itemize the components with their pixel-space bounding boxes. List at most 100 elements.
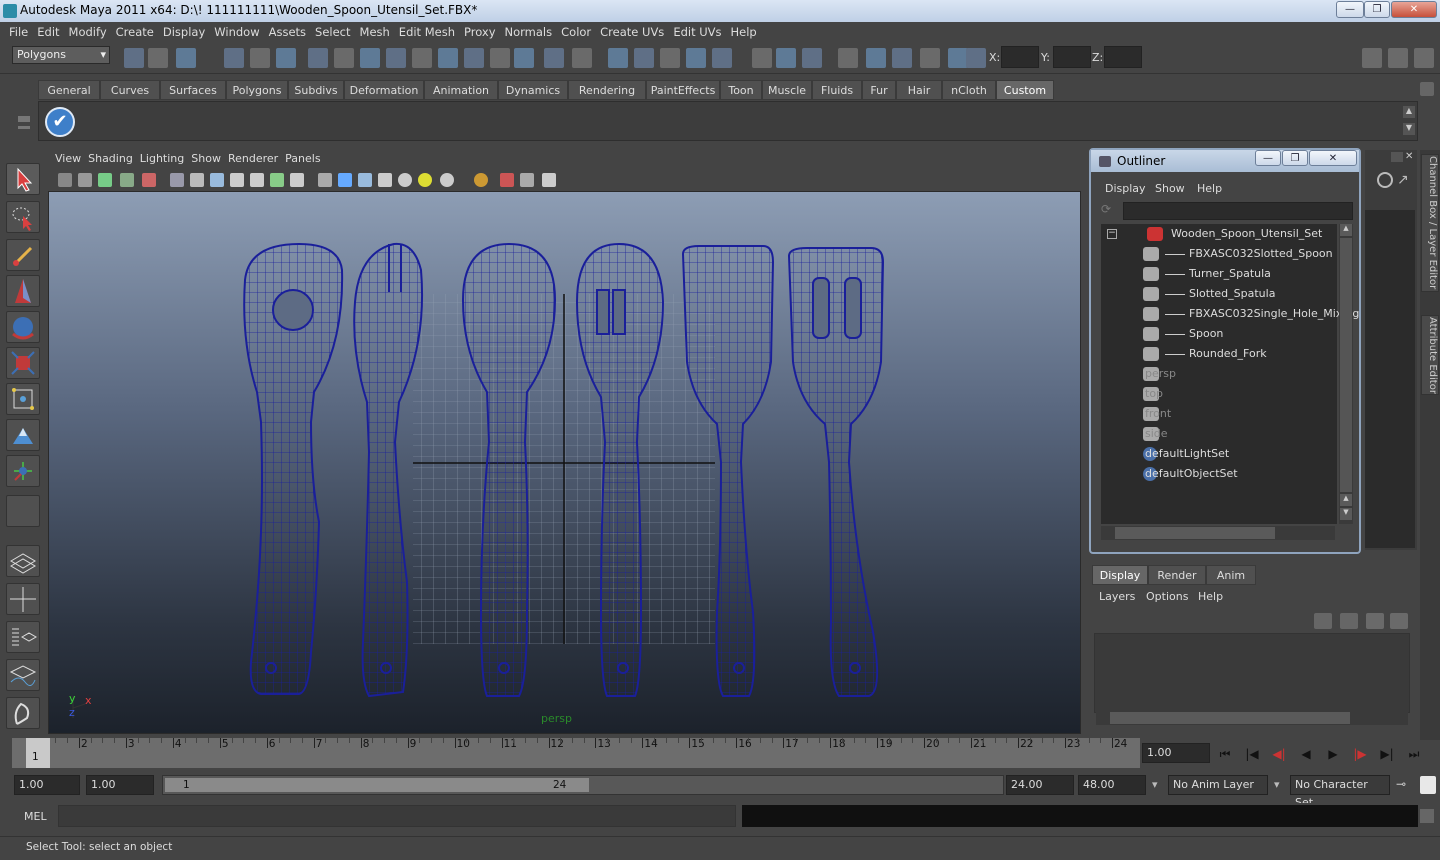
viewport-toolbar-icon[interactable] bbox=[78, 173, 92, 187]
checkmark-shelf-icon[interactable]: ✔ bbox=[45, 107, 75, 137]
rotate-tool-icon[interactable] bbox=[6, 311, 40, 343]
render-settings-icon[interactable] bbox=[608, 48, 628, 68]
shelf-tab-polygons[interactable]: Polygons bbox=[226, 80, 288, 100]
scale-tool-icon[interactable] bbox=[6, 347, 40, 379]
select-tool-icon[interactable] bbox=[6, 163, 40, 195]
outliner-menu-display[interactable]: Display bbox=[1105, 182, 1146, 195]
outliner-item[interactable]: Spoon bbox=[1101, 324, 1337, 344]
shelf-tab-muscle[interactable]: Muscle bbox=[762, 80, 812, 100]
layer-tab-display[interactable]: Display bbox=[1092, 565, 1148, 585]
menu-window[interactable]: Window bbox=[205, 22, 259, 42]
pick-icon[interactable]: ↗ bbox=[1397, 172, 1413, 188]
shelf-tab-rendering[interactable]: Rendering bbox=[568, 80, 646, 100]
snap-grid-icon[interactable] bbox=[920, 48, 940, 68]
channel-box-tab[interactable]: Channel Box / Layer Editor bbox=[1421, 154, 1439, 292]
step-forward-key-icon[interactable]: |▶ bbox=[1349, 744, 1371, 764]
maximize-button[interactable]: ❐ bbox=[1364, 1, 1390, 18]
construction-history-icon[interactable] bbox=[660, 48, 680, 68]
panel-menu-shading[interactable]: Shading bbox=[81, 150, 133, 168]
start-time-field[interactable]: 1.00 bbox=[14, 775, 80, 795]
shelf-menu-handle[interactable] bbox=[14, 82, 34, 142]
viewport-toolbar-icon[interactable] bbox=[318, 173, 332, 187]
select-by-component-icon[interactable] bbox=[866, 48, 886, 68]
menu-select[interactable]: Select bbox=[306, 22, 350, 42]
shelf-tab-subdivs[interactable]: Subdivs bbox=[288, 80, 344, 100]
new-layer-selected-icon[interactable] bbox=[1390, 613, 1408, 629]
make-live-icon[interactable] bbox=[438, 48, 458, 68]
output-ops-icon[interactable] bbox=[490, 48, 510, 68]
shelf-tab-curves[interactable]: Curves bbox=[100, 80, 160, 100]
input-ops-icon[interactable] bbox=[464, 48, 484, 68]
shelf-tab-animation[interactable]: Animation bbox=[424, 80, 498, 100]
outliner-item[interactable]: Rounded_Fork bbox=[1101, 344, 1337, 364]
open-scene-icon[interactable] bbox=[148, 48, 168, 68]
go-to-end-icon[interactable]: ⏭ bbox=[1403, 744, 1425, 764]
shelf-trash-icon[interactable] bbox=[1420, 82, 1434, 96]
layer-menu-help[interactable]: Help bbox=[1198, 590, 1223, 603]
snap-point-icon[interactable] bbox=[966, 48, 986, 68]
playback-start-field[interactable]: 1.00 bbox=[86, 775, 154, 795]
viewport-toolbar-icon[interactable] bbox=[120, 173, 134, 187]
menu-set-dropdown[interactable]: Polygons ▾ bbox=[12, 46, 110, 64]
range-slider[interactable]: 1 24 bbox=[162, 775, 1004, 795]
shelf-tab-custom[interactable]: Custom bbox=[996, 80, 1054, 100]
shelf-tab-hair[interactable]: Hair bbox=[896, 80, 942, 100]
character-set-dropdown[interactable]: No Character Set bbox=[1290, 775, 1390, 809]
search-icon[interactable]: ⟳ bbox=[1101, 202, 1117, 218]
outliner-item[interactable]: − Wooden_Spoon_Utensil_Set bbox=[1101, 224, 1337, 244]
layer-tab-render[interactable]: Render bbox=[1148, 565, 1206, 585]
render-frame-icon[interactable] bbox=[544, 48, 564, 68]
menu-color[interactable]: Color bbox=[552, 22, 591, 42]
rounded-fork-mesh[interactable] bbox=[353, 242, 424, 698]
show-attribute-editor-icon[interactable] bbox=[1414, 48, 1434, 68]
outliner-minimize-button[interactable]: — bbox=[1255, 150, 1281, 166]
menu-create[interactable]: Create bbox=[107, 22, 154, 42]
viewport-toolbar-icon[interactable] bbox=[398, 173, 412, 187]
snap-view-plane-icon[interactable] bbox=[412, 48, 432, 68]
panel-menu-lighting[interactable]: Lighting bbox=[133, 150, 184, 168]
viewport-toolbar-icon[interactable] bbox=[474, 173, 488, 187]
menu-proxy[interactable]: Proxy bbox=[455, 22, 496, 42]
playback-end-field[interactable]: 24.00 bbox=[1006, 775, 1074, 795]
move-layer-up-icon[interactable] bbox=[1314, 613, 1332, 629]
anim-layer-dropdown[interactable]: No Anim Layer bbox=[1168, 775, 1268, 795]
new-scene-icon[interactable] bbox=[124, 48, 144, 68]
outliner-item[interactable]: Slotted_Spatula bbox=[1101, 284, 1337, 304]
show-tool-settings-icon[interactable] bbox=[1388, 48, 1408, 68]
end-time-field[interactable]: 48.00 bbox=[1078, 775, 1146, 795]
panel-float-icon[interactable] bbox=[1391, 152, 1403, 162]
menu-edit-uvs[interactable]: Edit UVs bbox=[664, 22, 721, 42]
viewport-toolbar-icon[interactable] bbox=[500, 173, 514, 187]
lock-selection-icon[interactable] bbox=[892, 48, 912, 68]
shelf-tab-general[interactable]: General bbox=[38, 80, 100, 100]
shelf-tab-surfaces[interactable]: Surfaces bbox=[160, 80, 226, 100]
select-by-object-icon[interactable] bbox=[250, 48, 270, 68]
ipr-render-icon[interactable] bbox=[572, 48, 592, 68]
step-back-key-icon[interactable]: ◀| bbox=[1268, 744, 1290, 764]
menu-normals[interactable]: Normals bbox=[496, 22, 553, 42]
viewport-toolbar-icon[interactable] bbox=[58, 173, 72, 187]
outliner-h-scrollbar[interactable] bbox=[1101, 526, 1335, 540]
z-field[interactable] bbox=[1104, 46, 1142, 68]
attribute-editor-tab[interactable]: Attribute Editor bbox=[1421, 315, 1439, 395]
outliner-item[interactable]: defaultLightSet bbox=[1101, 444, 1337, 464]
perspective-viewport[interactable]: y x z persp bbox=[48, 191, 1081, 734]
outliner-item[interactable]: side bbox=[1101, 424, 1337, 444]
slotted-spatula-mesh[interactable] bbox=[787, 247, 885, 697]
outliner-layout-icon[interactable] bbox=[6, 621, 40, 653]
outliner-item[interactable]: top bbox=[1101, 384, 1337, 404]
panel-close-icon[interactable]: ✕ bbox=[1405, 152, 1415, 162]
select-by-object-icon[interactable] bbox=[838, 48, 858, 68]
snap-curve-icon[interactable] bbox=[360, 48, 380, 68]
shelf-scroll-down-icon[interactable]: ▼ bbox=[1403, 123, 1415, 135]
viewport-toolbar-icon[interactable] bbox=[142, 173, 156, 187]
script-editor-icon[interactable] bbox=[1420, 809, 1434, 823]
outliner-item[interactable]: persp bbox=[1101, 364, 1337, 384]
single-hole-spoon-mesh[interactable] bbox=[243, 242, 344, 695]
viewport-toolbar-icon[interactable] bbox=[358, 173, 372, 187]
menu-display[interactable]: Display bbox=[154, 22, 205, 42]
shelf-tab-toon[interactable]: Toon bbox=[720, 80, 762, 100]
shelf-tab-ncloth[interactable]: nCloth bbox=[942, 80, 996, 100]
outliner-close-button[interactable]: ✕ bbox=[1309, 150, 1357, 166]
step-forward-frame-icon[interactable]: ▶| bbox=[1376, 744, 1398, 764]
